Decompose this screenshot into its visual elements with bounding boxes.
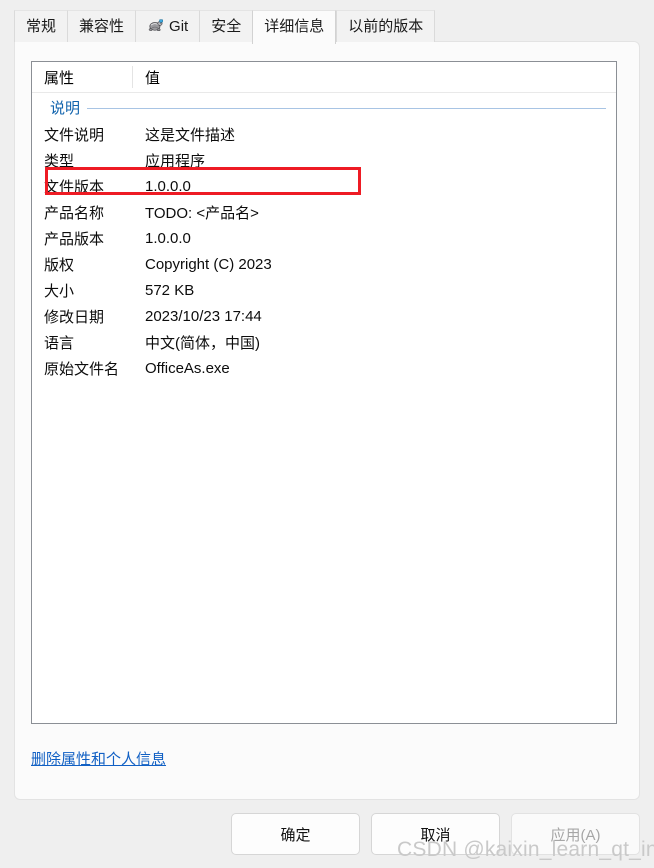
property-value: 1.0.0.0 bbox=[145, 177, 191, 195]
tab-details-label: 详细信息 bbox=[264, 18, 325, 35]
table-row[interactable]: 修改日期 2023/10/23 17:44 bbox=[32, 303, 616, 329]
property-name: 修改日期 bbox=[44, 308, 105, 326]
tab-compatibility-label: 兼容性 bbox=[79, 18, 125, 35]
tab-security[interactable]: 安全 bbox=[199, 10, 253, 42]
table-row[interactable]: 语言 中文(简体，中国) bbox=[32, 329, 616, 355]
property-name: 产品名称 bbox=[44, 204, 105, 222]
property-name: 文件版本 bbox=[44, 178, 105, 196]
property-value: 572 KB bbox=[145, 281, 195, 299]
cancel-button[interactable]: 取消 bbox=[371, 813, 500, 855]
table-row[interactable]: 类型 应用程序 bbox=[32, 147, 616, 173]
tab-details[interactable]: 详细信息 bbox=[252, 10, 337, 44]
property-value: Copyright (C) 2023 bbox=[145, 255, 272, 273]
property-value: 1.0.0.0 bbox=[145, 229, 191, 247]
details-tab-page: 属性 值 说明 文件说明 这是文件描述 类型 应用程序 文件版本 1.0.0.0 bbox=[14, 41, 640, 800]
table-row[interactable]: 原始文件名 OfficeAs.exe bbox=[32, 355, 616, 381]
table-row[interactable]: 文件版本 1.0.0.0 bbox=[32, 173, 616, 199]
tab-previous-versions[interactable]: 以前的版本 bbox=[336, 10, 436, 42]
property-name: 产品版本 bbox=[44, 230, 105, 248]
property-name: 原始文件名 bbox=[44, 360, 120, 378]
tab-git[interactable]: Git bbox=[135, 10, 200, 42]
tab-previous-versions-label: 以前的版本 bbox=[348, 18, 424, 35]
tortoise-git-icon bbox=[147, 18, 164, 34]
property-value: 2023/10/23 17:44 bbox=[145, 307, 262, 325]
property-value: 这是文件描述 bbox=[145, 126, 236, 144]
section-description: 说明 bbox=[32, 93, 616, 121]
file-properties-dialog: 常规 兼容性 Git 安全 详细信息 以前的版本 属性 值 说明 文件说明 这是… bbox=[0, 0, 654, 868]
tab-git-label: Git bbox=[169, 18, 189, 35]
tab-general[interactable]: 常规 bbox=[14, 10, 68, 42]
remove-properties-link[interactable]: 删除属性和个人信息 bbox=[31, 748, 166, 769]
property-value: TODO: <产品名> bbox=[145, 204, 259, 222]
table-row[interactable]: 文件说明 这是文件描述 bbox=[32, 121, 616, 147]
table-row[interactable]: 大小 572 KB bbox=[32, 277, 616, 303]
tab-strip: 常规 兼容性 Git 安全 详细信息 以前的版本 bbox=[14, 10, 436, 44]
property-value: 应用程序 bbox=[145, 152, 206, 170]
section-description-label: 说明 bbox=[50, 99, 81, 117]
section-divider-rule bbox=[87, 108, 606, 109]
column-header-value[interactable]: 值 bbox=[133, 67, 160, 88]
apply-button[interactable]: 应用(A) bbox=[511, 813, 640, 855]
column-header-attribute[interactable]: 属性 bbox=[32, 67, 132, 88]
tab-security-label: 安全 bbox=[211, 18, 242, 35]
dialog-button-bar: 确定 取消 应用(A) bbox=[0, 813, 654, 855]
table-row[interactable]: 产品版本 1.0.0.0 bbox=[32, 225, 616, 251]
property-value: 中文(简体，中国) bbox=[145, 334, 260, 352]
tab-compatibility[interactable]: 兼容性 bbox=[67, 10, 136, 42]
ok-button[interactable]: 确定 bbox=[231, 813, 360, 855]
table-row[interactable]: 版权 Copyright (C) 2023 bbox=[32, 251, 616, 277]
property-name: 版权 bbox=[44, 256, 75, 274]
table-row[interactable]: 产品名称 TODO: <产品名> bbox=[32, 199, 616, 225]
property-list[interactable]: 属性 值 说明 文件说明 这是文件描述 类型 应用程序 文件版本 1.0.0.0 bbox=[31, 61, 617, 724]
property-name: 大小 bbox=[44, 282, 75, 300]
property-value: OfficeAs.exe bbox=[145, 359, 230, 377]
property-name: 语言 bbox=[44, 334, 75, 352]
tab-general-label: 常规 bbox=[26, 18, 57, 35]
property-name: 文件说明 bbox=[44, 126, 105, 144]
property-name: 类型 bbox=[44, 152, 75, 170]
property-list-header: 属性 值 bbox=[32, 62, 616, 93]
